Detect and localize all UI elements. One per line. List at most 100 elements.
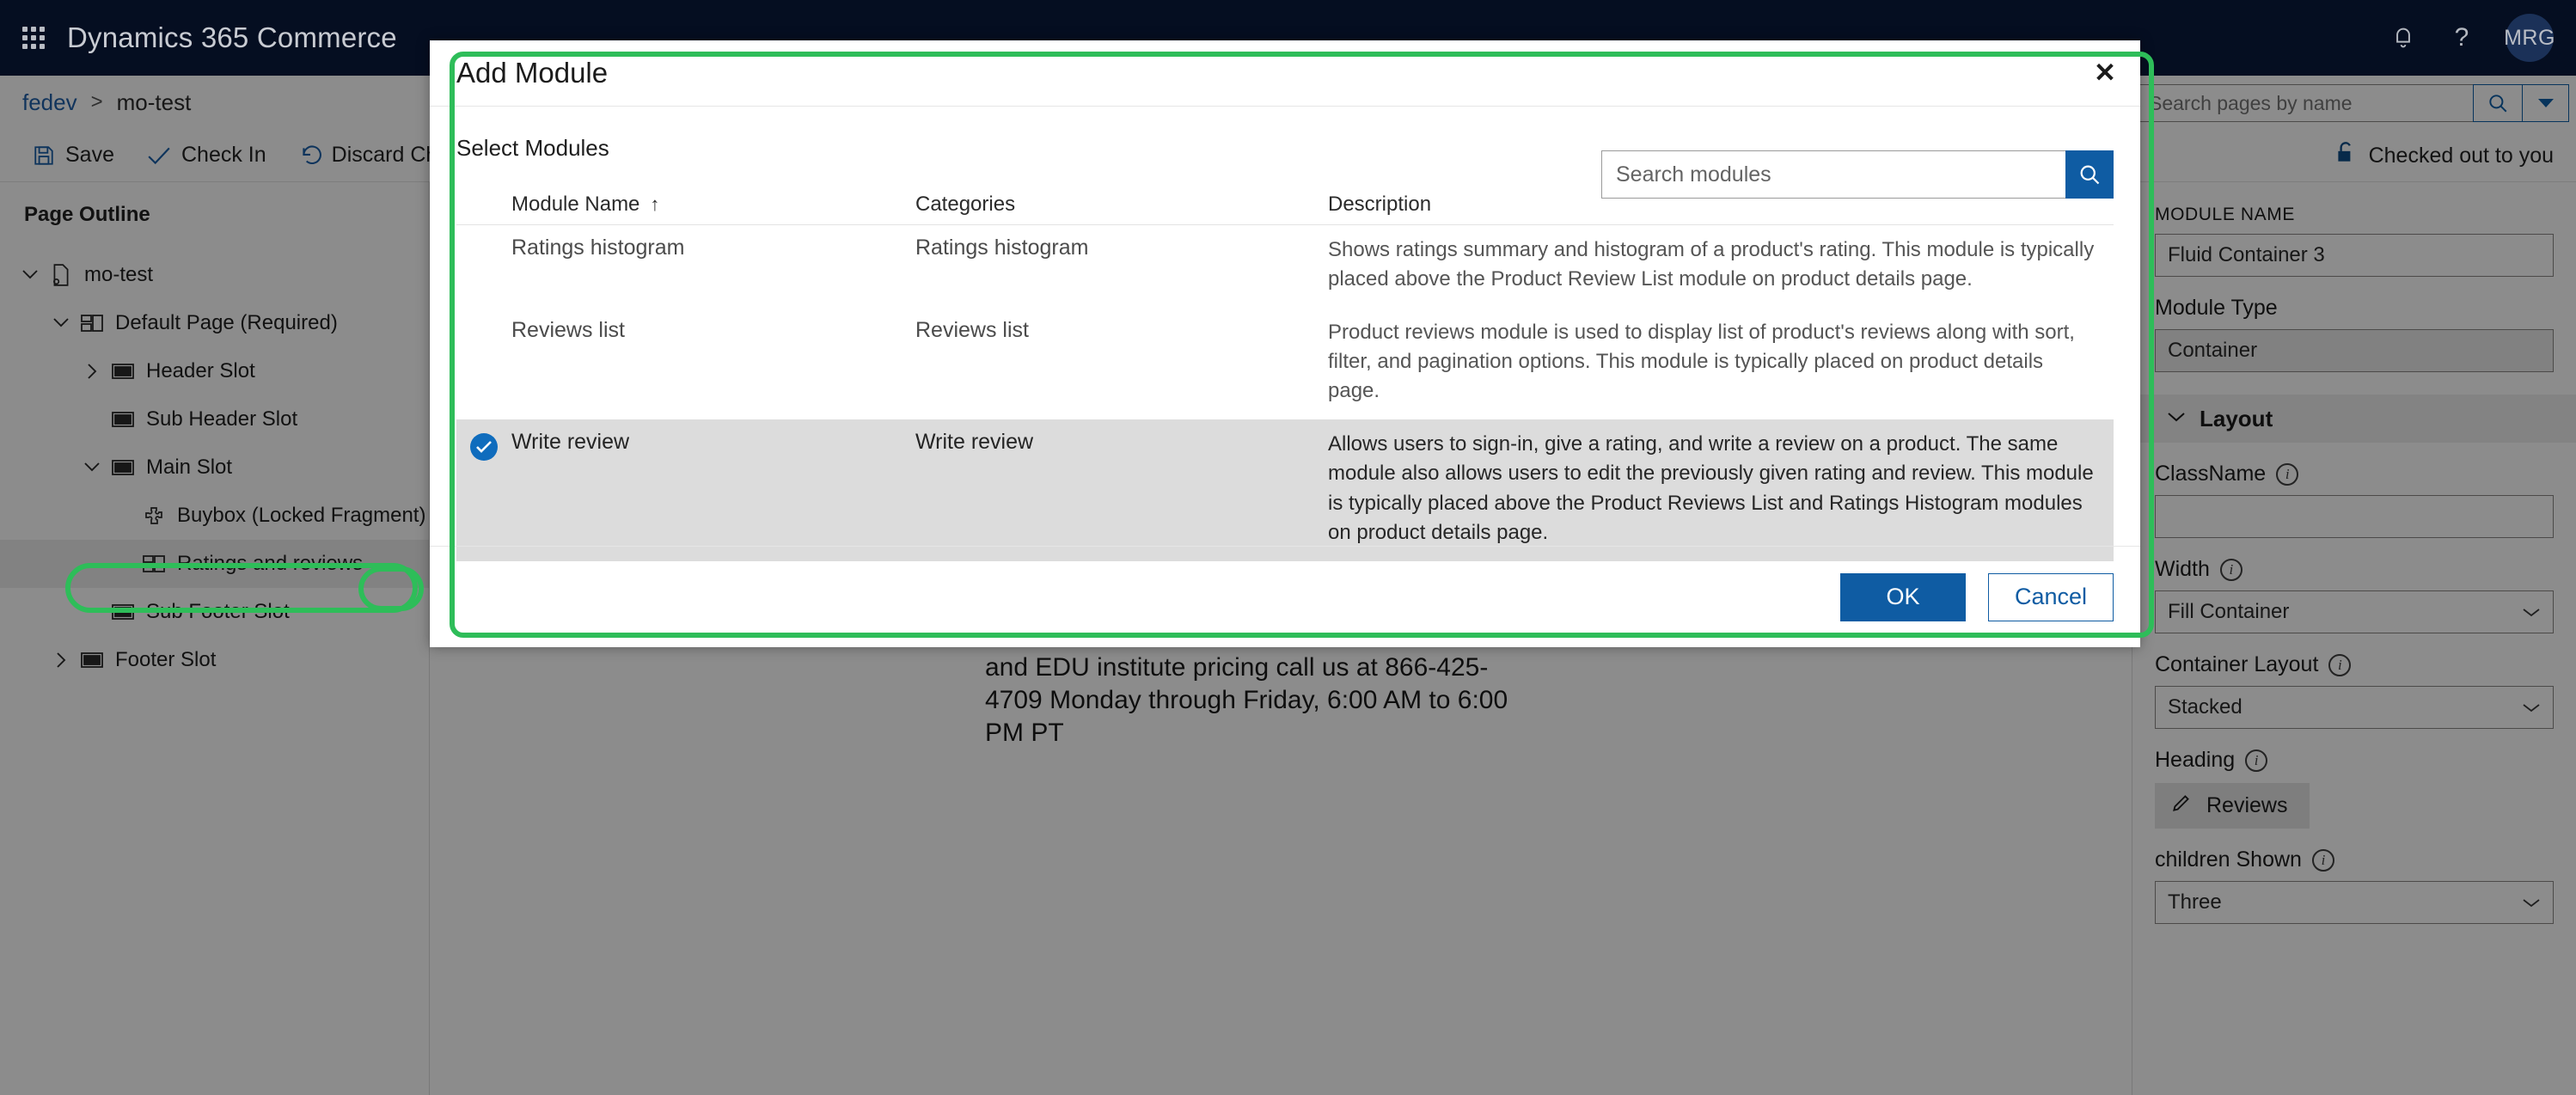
modules-table: Module Name ↑ Categories Description Rati… [456,184,2114,561]
module-row-category: Reviews list [915,318,1029,343]
tree-item-sub-footer-slot[interactable]: Sub Footer Slot [0,588,429,636]
info-icon[interactable]: i [2311,848,2334,872]
info-icon[interactable]: i [2219,558,2243,581]
slot-icon [107,459,139,476]
chevron-down-icon [2522,695,2541,719]
children-shown-select[interactable]: Three [2155,881,2554,924]
dialog-body: Select Modules Module Name↑ Categories D… [430,135,2140,561]
module-icon [138,555,170,572]
tree-item-ratings-and-reviews[interactable]: Ratings and reviews … [0,540,429,588]
page-outline-title: Page Outline [24,203,150,226]
tree-item-label: Sub Footer Slot [146,600,290,623]
module-name-input[interactable]: Fluid Container 3 [2155,234,2554,277]
add-module-dialog: Add Module ✕ Select Modules Module Name↑ [430,40,2140,647]
tree-item-label: mo-test [84,263,154,286]
avatar[interactable]: MRG [2504,14,2555,62]
header-checkbox-column [456,203,511,206]
width-select[interactable]: Fill Container [2155,590,2554,633]
dialog-header: Add Module ✕ [430,40,2140,107]
check-in-button[interactable]: Check In [147,143,266,168]
tree-item-mo-test[interactable]: mo-test [0,251,429,299]
page-search-icon[interactable] [2473,84,2523,122]
chevron-down-icon[interactable] [15,266,45,284]
module-name-label: MODULE NAME [2155,205,2295,224]
module-row-category: Write review [915,430,1034,455]
tree-item-label: Main Slot [146,456,233,479]
properties-panel: MODULE NAME Fluid Container 3 Module Typ… [2132,182,2576,1095]
tree-item-footer-slot[interactable]: Footer Slot [0,636,429,684]
chevron-down-icon[interactable] [77,458,107,477]
page-outline-tree: mo-test Default Page (Required) Header Slo… [0,251,429,684]
tree-item-label: Ratings and reviews [177,552,364,575]
page-search-input[interactable] [2138,84,2473,122]
module-row[interactable]: Write review Write review Allows users to … [456,419,2114,561]
module-search-icon[interactable] [2065,150,2114,199]
classname-input[interactable] [2155,495,2554,538]
header-module-name[interactable]: Module Name ↑ [511,193,915,217]
tree-item-overflow-icon[interactable]: … [386,552,410,575]
width-label: Width i [2155,557,2554,582]
slot-icon [107,603,139,621]
help-icon[interactable]: ? [2447,23,2476,52]
chevron-down-icon[interactable] [46,314,76,333]
breadcrumb-separator: > [90,90,103,113]
close-icon[interactable]: ✕ [2094,59,2116,86]
page-search [2138,84,2569,122]
module-row-name: Write review [511,430,630,455]
page-settings-icon [45,264,77,286]
info-icon[interactable]: i [2276,462,2299,486]
module-row-checkbox[interactable] [456,430,511,462]
container-layout-select[interactable]: Stacked [2155,686,2554,729]
checkout-status-label: Checked out to you [2368,144,2554,168]
app-title: Dynamics 365 Commerce [67,21,397,53]
chevron-down-icon [2167,411,2186,427]
tree-item-label: Sub Header Slot [146,407,298,431]
tree-item-label: Footer Slot [115,648,217,671]
page-outline-panel: Page Outline mo-test Default Page (Requir… [0,182,430,1095]
dialog-footer: OK Cancel [430,546,2140,647]
module-icon [76,315,108,332]
module-row-checkbox[interactable] [456,318,511,321]
info-icon[interactable]: i [2328,653,2352,676]
pencil-icon [2170,792,2193,820]
checkout-status: Checked out to you [2334,141,2554,171]
cancel-button[interactable]: Cancel [1988,572,2114,621]
save-button[interactable]: Save [33,143,114,168]
save-label: Save [65,143,114,167]
check-in-label: Check In [181,143,266,167]
tree-item-header-slot[interactable]: Header Slot [0,347,429,395]
chevron-right-icon[interactable] [77,362,107,381]
breadcrumb-root[interactable]: fedev [22,89,77,116]
dialog-title: Add Module [456,57,609,89]
classname-label: ClassName i [2155,462,2554,486]
chevron-right-icon[interactable] [46,651,76,670]
module-search-input[interactable] [1601,150,2065,199]
tree-item-buybox-locked-fragment[interactable]: Buybox (Locked Fragment) [0,492,429,540]
info-icon[interactable]: i [2245,749,2268,772]
breadcrumb-current: mo-test [116,89,192,115]
tree-item-default-page-required[interactable]: Default Page (Required) [0,299,429,347]
header-categories[interactable]: Categories [915,193,1328,217]
unlock-icon [2334,141,2357,171]
tree-item-sub-header-slot[interactable]: Sub Header Slot [0,395,429,444]
chevron-down-icon [2522,600,2541,624]
heading-value: Reviews [2206,793,2288,817]
container-layout-label: Container Layout i [2155,652,2554,677]
module-row-checkbox[interactable] [456,236,511,239]
tree-item-main-slot[interactable]: Main Slot [0,444,429,492]
module-type-label: Module Type [2155,296,2278,320]
ok-button[interactable]: OK [1840,572,1966,621]
tree-item-label: Default Page (Required) [115,311,338,334]
app-launcher-icon[interactable] [19,23,48,52]
children-shown-label: children Shown i [2155,847,2554,872]
discard-checkout-button[interactable]: Discard Che [299,143,450,168]
heading-edit-button[interactable]: Reviews [2155,783,2310,829]
module-row[interactable]: Ratings histogram Ratings histogram Shows … [456,225,2114,308]
checkbox-checked-icon[interactable] [470,433,498,462]
layout-section-header[interactable]: Layout [2132,395,2576,443]
modules-table-body: Ratings histogram Ratings histogram Shows … [456,225,2114,561]
page-search-dropdown-icon[interactable] [2523,84,2569,122]
save-icon [33,144,55,167]
module-row[interactable]: Reviews list Reviews list Product reviews … [456,308,2114,419]
notifications-icon[interactable] [2389,23,2418,52]
